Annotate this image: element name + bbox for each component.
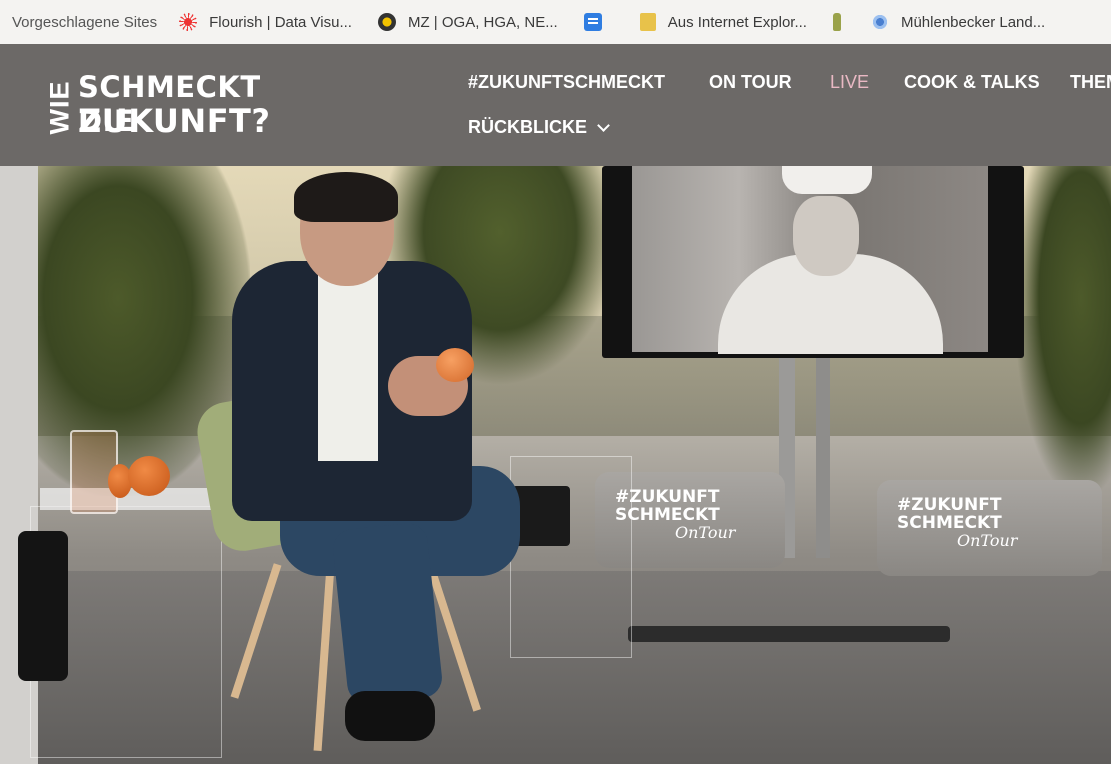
chef-hat [782,166,872,194]
nav-on-tour[interactable]: ON TOUR [709,72,792,93]
tv-stand-pole [816,358,830,558]
doc-icon [583,13,602,31]
banner-title-1: #ZUKUNFT [897,495,1002,515]
nav-rueckblicke-label: RÜCKBLICKE [468,117,587,137]
bookmark-flourish[interactable]: Flourish | Data Visu... [179,13,352,31]
site-logo[interactable]: WIE SCHMECKT DIE ZUKUNFT? [44,68,304,142]
nav-zukunftschmeckt[interactable]: #ZUKUNFTSCHMECKT [468,72,665,93]
banner-zukunft-schmeckt: #ZUKUNFT SCHMECKT OnTour [877,480,1102,576]
bookmark-label: MZ | OGA, HGA, NE... [407,13,558,31]
banner-title-2: SCHMECKT [897,513,1002,533]
amplifier [512,486,570,546]
browser-page: Vorgeschlagene Sites Flourish | Data Vis… [0,0,1111,764]
chef-head [793,196,859,276]
banner-subtitle: OnTour [675,523,736,542]
presenter-shirt [318,261,378,461]
live-video-stream[interactable]: #ZUKUNFT SCHMECKT OnTour #ZUKUNFT SCHMEC… [0,166,1111,764]
bookmark-bottle[interactable] [832,13,863,31]
folder-icon [639,13,656,31]
fruit [128,456,170,496]
bookmark-muehlenbecker[interactable]: Mühlenbecker Land... [870,13,1046,31]
bookmark-doc[interactable] [583,13,614,31]
bookmark-label: Aus Internet Explor... [667,13,807,31]
orange-fruit [436,348,474,382]
bookmark-label: Mühlenbecker Land... [900,13,1046,31]
plant-right [1015,166,1111,496]
presenter-shin [331,521,444,706]
nav-live[interactable]: LIVE [830,72,869,93]
banner-subtitle: OnTour [957,531,1018,550]
nav-cook-and-talks[interactable]: COOK & TALKS [904,72,1040,93]
banner-text: #ZUKUNFT SCHMECKT OnTour [897,496,1017,550]
bookmark-mz[interactable]: MZ | OGA, HGA, NE... [377,13,558,31]
video-call-image [632,166,988,354]
presenter-shoes [345,691,435,741]
nav-rueckblicke[interactable]: RÜCKBLICKE [468,117,610,138]
flourish-icon [179,13,198,31]
logo-line-2: ZUKUNFT? [78,102,271,140]
bookmark-ie-folder[interactable]: Aus Internet Explor... [639,13,807,31]
mz-icon [377,13,396,31]
speaker [18,531,68,681]
bookmark-label: Flourish | Data Visu... [209,13,352,31]
gear-icon [870,13,889,31]
presenter-hair [294,172,398,222]
chevron-down-icon [597,118,610,132]
tv-stand-base [628,626,950,642]
bookmarks-bar: Vorgeschlagene Sites Flourish | Data Vis… [0,0,1111,44]
nav-themen[interactable]: THEM [1070,72,1111,93]
suggested-sites-link[interactable]: Vorgeschlagene Sites [12,14,157,31]
logo-wie: WIE [44,80,75,135]
bottle-icon [832,13,841,31]
banner-text: #ZUKUNFT SCHMECKT OnTour [615,488,735,542]
site-header: WIE SCHMECKT DIE ZUKUNFT? #ZUKUNFTSCHMEC… [0,44,1111,166]
video-call-screen [602,166,1024,358]
